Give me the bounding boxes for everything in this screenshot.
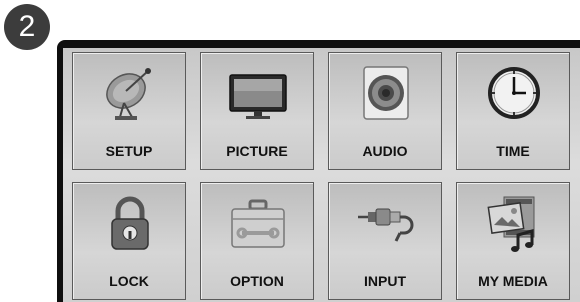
menu-tile-audio[interactable]: AUDIO [328, 52, 442, 170]
clock-icon [484, 63, 544, 123]
menu-tile-label: INPUT [364, 273, 406, 289]
menu-tile-label: AUDIO [362, 143, 408, 159]
menu-tile-lock[interactable]: LOCK [72, 182, 186, 300]
media-icon [484, 193, 544, 253]
menu-tile-label: LOCK [109, 273, 149, 289]
tv-monitor-icon [228, 63, 288, 123]
menu-tile-input[interactable]: INPUT [328, 182, 442, 300]
toolbox-icon [228, 193, 288, 253]
menu-tile-label: TIME [496, 143, 530, 159]
menu-tile-label: SETUP [105, 143, 153, 159]
menu-tile-setup[interactable]: SETUP [72, 52, 186, 170]
speaker-icon [356, 63, 416, 123]
menu-tile-label: OPTION [230, 273, 284, 289]
rca-cable-icon [356, 193, 416, 253]
satellite-dish-icon [100, 63, 160, 123]
menu-tile-label: MY MEDIA [478, 273, 548, 289]
padlock-icon [100, 193, 160, 253]
menu-tile-my-media[interactable]: MY MEDIA [456, 182, 570, 300]
menu-tile-time[interactable]: TIME [456, 52, 570, 170]
menu-tile-picture[interactable]: PICTURE [200, 52, 314, 170]
menu-tile-label: PICTURE [226, 143, 288, 159]
menu-tile-option[interactable]: OPTION [200, 182, 314, 300]
step-number-badge: 2 [4, 4, 50, 50]
